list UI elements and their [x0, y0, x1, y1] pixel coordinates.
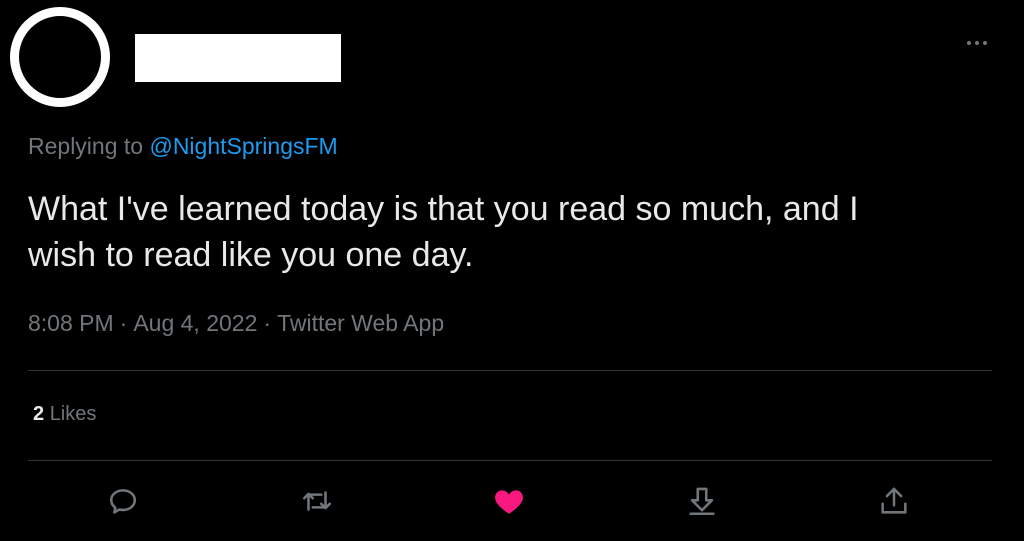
- like-button[interactable]: [484, 476, 534, 526]
- more-dot-icon: [975, 41, 979, 45]
- reply-icon: [109, 489, 137, 514]
- likes-label: Likes: [49, 403, 97, 425]
- bookmark-button[interactable]: [677, 476, 727, 526]
- likes-count: 2: [33, 403, 45, 425]
- likes-stat[interactable]: 2 Likes: [33, 403, 96, 426]
- more-dot-icon: [983, 41, 987, 45]
- replying-to: Replying to @NightSpringsFM: [28, 133, 338, 160]
- redacted-name: [135, 34, 341, 82]
- share-icon: [881, 487, 907, 514]
- tweet-time[interactable]: 8:08 PM: [28, 310, 114, 336]
- bookmark-icon: [689, 487, 715, 516]
- tweet-date[interactable]: Aug 4, 2022: [133, 310, 257, 336]
- heart-icon: [495, 490, 523, 514]
- replying-prefix: Replying to: [28, 133, 150, 159]
- retweet-button[interactable]: [292, 476, 342, 526]
- reply-button[interactable]: [98, 476, 148, 526]
- share-button[interactable]: [869, 476, 919, 526]
- divider: [28, 370, 992, 371]
- meta-separator: ·: [119, 310, 128, 336]
- more-options-button[interactable]: [960, 33, 994, 53]
- tweet-meta: 8:08 PM · Aug 4, 2022 · Twitter Web App: [28, 310, 444, 337]
- tweet-source[interactable]: Twitter Web App: [277, 310, 444, 336]
- meta-separator: ·: [263, 310, 272, 336]
- avatar[interactable]: [10, 7, 110, 107]
- divider: [28, 460, 992, 461]
- retweet-icon: [302, 491, 332, 511]
- tweet-text: What I've learned today is that you read…: [28, 190, 859, 274]
- action-bar: [0, 476, 1024, 526]
- replying-to-handle-link[interactable]: @NightSpringsFM: [149, 133, 337, 159]
- more-dot-icon: [967, 41, 971, 45]
